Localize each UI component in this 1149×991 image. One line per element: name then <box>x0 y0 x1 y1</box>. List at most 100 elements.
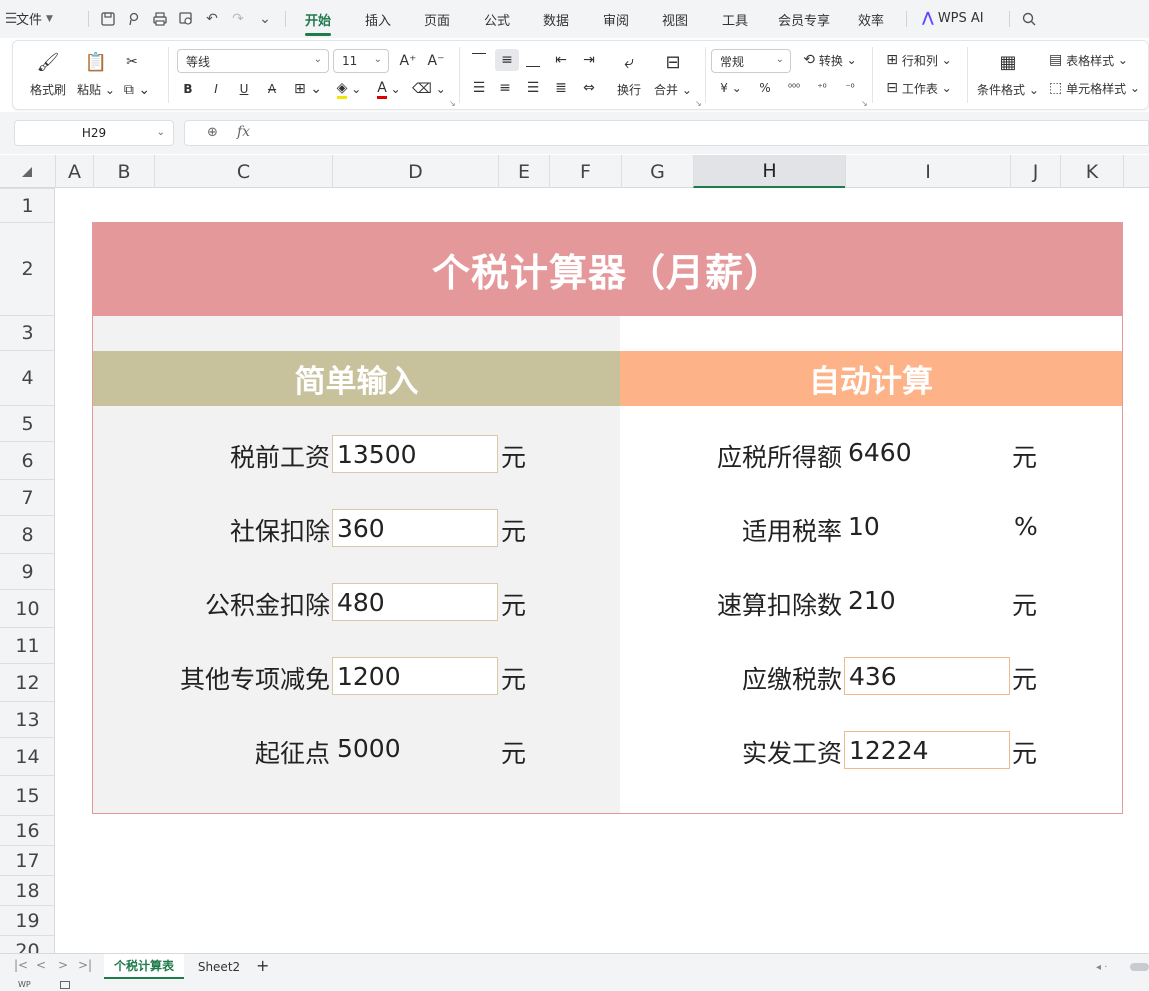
column-header-e[interactable]: E <box>498 155 549 188</box>
decrease-decimal-button[interactable]: ⁻⁰ <box>839 77 861 99</box>
row-header[interactable]: 12 <box>0 663 54 701</box>
increase-indent-button[interactable]: ⇥ <box>579 49 599 71</box>
tab-tools[interactable]: 工具 <box>722 10 748 29</box>
font-color-button[interactable]: A ⌄ <box>372 79 406 99</box>
tab-insert[interactable]: 插入 <box>365 10 391 29</box>
column-header-b[interactable]: B <box>93 155 154 188</box>
distributed-align-button[interactable]: ⇔ <box>579 77 599 99</box>
worksheet-area[interactable]: 个税计算器（月薪） 简单输入 税前工资 13500 元 社保扣除 360 元 公… <box>55 188 1149 953</box>
column-header-g[interactable]: G <box>621 155 693 188</box>
column-header-c[interactable]: C <box>154 155 332 188</box>
row-header[interactable]: 18 <box>0 875 54 905</box>
strikethrough-button[interactable]: A <box>262 79 282 99</box>
row-header[interactable]: 13 <box>0 701 54 737</box>
sheet-tab-tax[interactable]: 个税计算表 <box>104 954 184 979</box>
merge-cells-button[interactable]: ⊟ 合并 ⌄ <box>649 49 697 101</box>
worksheet-button[interactable]: ⊟ 工作表 ⌄ <box>883 77 955 99</box>
print-preview-icon[interactable] <box>177 10 195 28</box>
row-header[interactable]: 15 <box>0 775 54 815</box>
save-icon[interactable] <box>99 10 117 28</box>
column-header-i[interactable]: I <box>845 155 1010 188</box>
align-middle-button[interactable]: ≡ <box>495 49 519 71</box>
macro-icon[interactable] <box>60 981 70 989</box>
decrease-font-button[interactable]: A⁻ <box>425 51 447 71</box>
font-name-select[interactable]: 等线 ⌄ <box>177 49 329 73</box>
underline-button[interactable]: U <box>234 79 254 99</box>
increase-font-button[interactable]: A⁺ <box>397 51 419 71</box>
increase-decimal-button[interactable]: ⁺⁰ <box>811 77 833 99</box>
row-header[interactable]: 8 <box>0 515 54 553</box>
share-icon[interactable] <box>125 10 143 28</box>
select-all-corner[interactable] <box>22 167 32 177</box>
row-header[interactable]: 14 <box>0 737 54 775</box>
row-header[interactable]: 9 <box>0 553 54 589</box>
cut-button[interactable]: ✂ <box>121 51 143 73</box>
column-header-k[interactable]: K <box>1060 155 1123 188</box>
fill-color-button[interactable]: ◈ ⌄ <box>332 79 366 99</box>
wrap-text-button[interactable]: ⤶ 换行 <box>609 49 649 101</box>
table-style-button[interactable]: ▤ 表格样式 ⌄ <box>1049 49 1141 71</box>
alignment-dialog-launcher[interactable]: ↘ <box>695 99 702 108</box>
housing-fund-input[interactable]: 480 <box>332 583 498 621</box>
first-sheet-icon[interactable]: |< <box>14 958 28 972</box>
column-header-j[interactable]: J <box>1010 155 1060 188</box>
column-header-a[interactable]: A <box>55 155 93 188</box>
horizontal-scrollbar[interactable] <box>1130 963 1149 971</box>
row-header[interactable]: 3 <box>0 315 54 350</box>
format-painter-button[interactable]: 🖌 格式刷 <box>23 49 73 101</box>
paste-button[interactable]: 📋 粘贴 ⌄ <box>75 49 117 101</box>
tab-view[interactable]: 视图 <box>662 10 688 29</box>
sheet-tab-sheet2[interactable]: Sheet2 <box>190 954 248 979</box>
prev-sheet-icon[interactable]: < <box>36 958 46 972</box>
cell-style-button[interactable]: ⬚ 单元格样式 ⌄ <box>1049 77 1149 99</box>
italic-button[interactable]: I <box>206 79 226 99</box>
clear-format-button[interactable]: ⌫ ⌄ <box>412 79 446 99</box>
net-salary-output[interactable]: 12224 <box>844 731 1010 769</box>
row-header[interactable]: 16 <box>0 815 54 845</box>
rows-columns-button[interactable]: ⊞ 行和列 ⌄ <box>883 49 955 71</box>
tab-page[interactable]: 页面 <box>424 10 450 29</box>
undo-icon[interactable]: ↶ <box>203 10 221 28</box>
search-icon[interactable] <box>1020 10 1038 28</box>
column-header-f[interactable]: F <box>549 155 621 188</box>
row-header[interactable]: 11 <box>0 627 54 663</box>
font-dialog-launcher[interactable]: ↘ <box>449 99 456 108</box>
print-icon[interactable] <box>151 10 169 28</box>
justify-button[interactable]: ≣ <box>551 77 571 99</box>
formula-input[interactable]: ⊕ fx <box>184 120 1149 146</box>
last-sheet-icon[interactable]: >| <box>78 958 92 972</box>
bold-button[interactable]: B <box>178 79 198 99</box>
social-insurance-input[interactable]: 360 <box>332 509 498 547</box>
currency-format-button[interactable]: ¥ ⌄ <box>715 77 747 99</box>
convert-button[interactable]: ⟲ 转换 ⌄ <box>799 49 861 71</box>
row-header[interactable]: 4 <box>0 350 54 405</box>
wps-ai-button[interactable]: ⋀ WPS AI <box>922 10 984 26</box>
row-header[interactable]: 10 <box>0 589 54 627</box>
number-dialog-launcher[interactable]: ↘ <box>861 99 868 108</box>
number-format-select[interactable]: 常规 ⌄ <box>711 49 791 73</box>
redo-icon[interactable]: ↷ <box>229 10 247 28</box>
copy-button[interactable]: ⧉ ⌄ <box>121 79 153 101</box>
scroll-left-icon[interactable]: ◂ · <box>1096 962 1107 973</box>
font-size-select[interactable]: 11 ⌄ <box>333 49 389 73</box>
border-button[interactable]: ⊞ ⌄ <box>292 79 324 99</box>
row-header[interactable]: 2 <box>0 222 54 315</box>
next-sheet-icon[interactable]: > <box>58 958 68 972</box>
tab-data[interactable]: 数据 <box>543 10 569 29</box>
tab-formula[interactable]: 公式 <box>484 10 510 29</box>
align-bottom-button[interactable]: ⎽ <box>523 49 543 71</box>
row-header[interactable]: 5 <box>0 405 54 441</box>
more-icon[interactable]: ⌄ <box>256 10 274 28</box>
row-header[interactable]: 19 <box>0 905 54 935</box>
tab-member[interactable]: 会员专享 <box>778 10 830 29</box>
row-header[interactable]: 20 <box>0 935 54 953</box>
name-box[interactable]: H29 ⌄ <box>14 120 174 146</box>
column-header-h[interactable]: H <box>693 155 845 188</box>
align-left-button[interactable]: ☰ <box>469 77 489 99</box>
column-header-d[interactable]: D <box>332 155 498 188</box>
percent-format-button[interactable]: % <box>755 77 775 99</box>
decrease-indent-button[interactable]: ⇤ <box>551 49 571 71</box>
file-menu[interactable]: 文件 ▼ <box>16 9 53 28</box>
function-icon[interactable]: fx <box>237 124 250 140</box>
row-header[interactable]: 6 <box>0 441 54 479</box>
